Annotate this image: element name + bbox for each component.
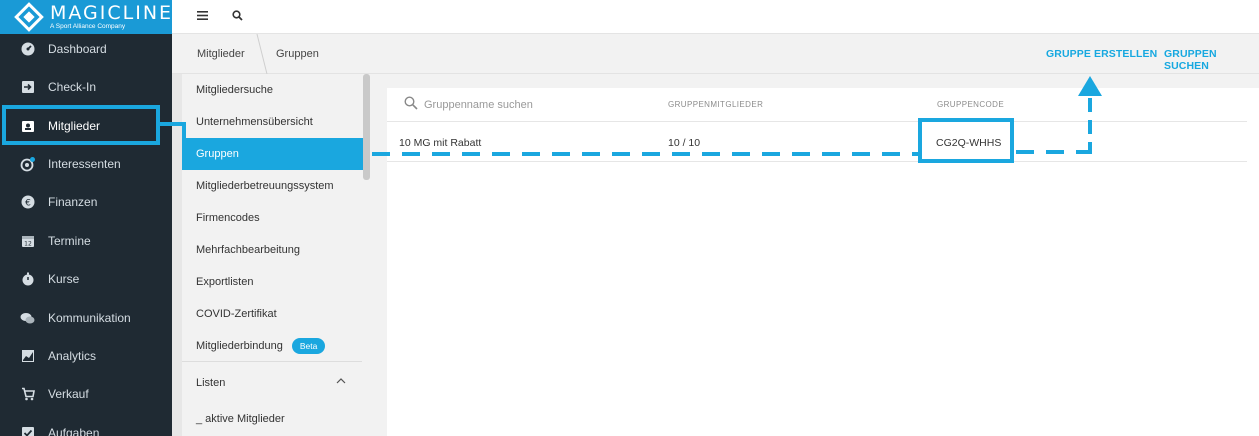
- dashed-connector-vertical: [1088, 98, 1092, 154]
- top-bar: [172, 0, 1259, 34]
- svg-text:12: 12: [24, 241, 32, 248]
- breadcrumb: Mitglieder Gruppen GRUPPE ERSTELLEN GRUP…: [172, 34, 1259, 74]
- submenu: Mitgliedersuche Unternehmensübersicht Gr…: [182, 74, 372, 436]
- nav-label: Dashboard: [48, 42, 107, 56]
- nav-item-dashboard[interactable]: Dashboard: [0, 30, 172, 68]
- dashed-connector: [372, 152, 920, 156]
- breadcrumb-members[interactable]: Mitglieder: [197, 48, 245, 60]
- submenu-item-member-search[interactable]: Mitgliedersuche: [182, 74, 364, 106]
- submenu-gutter: [172, 74, 182, 436]
- nav-item-finance[interactable]: € Finanzen: [0, 183, 172, 221]
- search-groups-button[interactable]: GRUPPEN SUCHEN: [1164, 48, 1259, 72]
- check-in-icon: [20, 80, 35, 95]
- sidebar: MAGICLINE A Sport Alliance Company Dashb…: [0, 0, 172, 436]
- nav-item-check-in[interactable]: Check-In: [0, 68, 172, 106]
- nav-label: Verkauf: [48, 387, 89, 401]
- highlight-box-group-code: [918, 118, 1014, 163]
- submenu-scrollbar[interactable]: [363, 74, 370, 180]
- calendar-icon: 12: [20, 234, 35, 249]
- nav-item-communication[interactable]: Kommunikation: [0, 299, 172, 337]
- chat-icon: [20, 311, 35, 326]
- brand-title: MAGICLINE: [50, 1, 174, 24]
- nav-item-prospects[interactable]: Interessenten: [0, 145, 172, 183]
- arrow-up-icon: [1078, 76, 1102, 96]
- nav-item-appointments[interactable]: 12 Termine: [0, 222, 172, 260]
- hamburger-icon[interactable]: [197, 8, 208, 24]
- group-search-input[interactable]: Gruppenname suchen: [424, 99, 533, 111]
- submenu-divider: [182, 361, 362, 362]
- chevron-up-icon[interactable]: [336, 376, 346, 388]
- nav-item-courses[interactable]: Kurse: [0, 260, 172, 298]
- submenu-item-care-system[interactable]: Mitgliederbetreuungssystem: [182, 170, 364, 202]
- nav-label: Aufgaben: [48, 426, 100, 436]
- submenu-item-groups[interactable]: Gruppen: [182, 138, 364, 170]
- search-icon[interactable]: [232, 8, 243, 24]
- connector-line: [182, 122, 186, 154]
- highlight-box-members: [2, 105, 160, 145]
- submenu-item-company-overview[interactable]: Unternehmensübersicht: [182, 106, 364, 138]
- submenu-item-covid-certificate[interactable]: COVID-Zertifikat: [182, 298, 364, 330]
- nav-item-sales[interactable]: Verkauf: [0, 375, 172, 413]
- dashboard-icon: [20, 42, 35, 57]
- nav-label: Interessenten: [48, 157, 121, 171]
- nav-label: Kurse: [48, 272, 80, 286]
- chart-icon: [20, 349, 35, 364]
- nav-item-tasks[interactable]: Aufgaben: [0, 414, 172, 436]
- table-header-divider: [387, 121, 1247, 122]
- group-name-cell[interactable]: 10 MG mit Rabatt: [399, 137, 481, 149]
- nav-item-analytics[interactable]: Analytics: [0, 337, 172, 375]
- lists-section-header[interactable]: Listen: [182, 367, 364, 399]
- submenu-item-company-codes[interactable]: Firmencodes: [182, 202, 364, 234]
- brand-logo[interactable]: MAGICLINE A Sport Alliance Company: [0, 0, 172, 34]
- nav-label: Analytics: [48, 349, 97, 363]
- submenu-item-member-retention[interactable]: Mitgliederbindung Beta: [182, 330, 364, 362]
- nav-label: Termine: [48, 234, 91, 248]
- group-members-cell: 10 / 10: [668, 137, 701, 149]
- checkbox-icon: [20, 426, 35, 436]
- column-header-members[interactable]: GRUPPENMITGLIEDER: [668, 100, 763, 109]
- list-item-active-members[interactable]: _ aktive Mitglieder: [182, 404, 364, 434]
- submenu-item-export-lists[interactable]: Exportlisten: [182, 266, 364, 298]
- lists-header-label: Listen: [196, 377, 226, 389]
- nav-label: Kommunikation: [48, 311, 131, 325]
- euro-icon: €: [20, 195, 35, 210]
- submenu-item-label: Mitgliederbindung: [196, 340, 283, 352]
- breadcrumb-groups: Gruppen: [276, 48, 319, 60]
- magicline-logo-icon: [14, 2, 44, 32]
- nav-label: Check-In: [48, 80, 97, 94]
- create-group-button[interactable]: GRUPPE ERSTELLEN: [1046, 48, 1157, 60]
- breadcrumb-separator: [256, 34, 268, 74]
- svg-text:€: €: [25, 199, 31, 209]
- column-header-code[interactable]: GRUPPENCODE: [937, 100, 1004, 109]
- stopwatch-icon: [20, 272, 35, 287]
- search-icon: [404, 96, 418, 113]
- group-search[interactable]: Gruppenname suchen: [404, 96, 533, 113]
- nav-label: Finanzen: [48, 195, 98, 209]
- groups-table-card: [387, 88, 1259, 436]
- submenu-item-bulk-edit[interactable]: Mehrfachbearbeitung: [182, 234, 364, 266]
- dashed-connector: [1016, 150, 1092, 154]
- prospects-icon: [20, 156, 35, 172]
- beta-badge: Beta: [291, 338, 326, 354]
- table-row-divider: [387, 161, 1247, 162]
- cart-icon: [20, 387, 35, 402]
